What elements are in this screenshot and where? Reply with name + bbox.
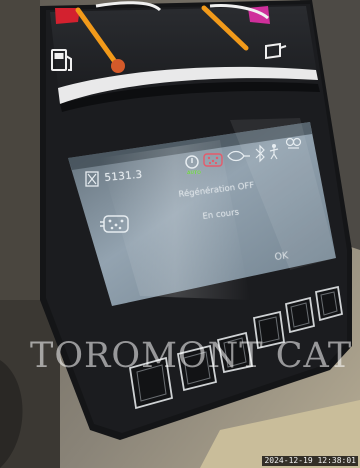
photo-timestamp: 2024-12-19 12:38:01 [262, 456, 358, 466]
soft-key-6 [314, 285, 344, 322]
soft-key-5 [284, 296, 316, 334]
machine-display-photo [0, 0, 360, 468]
auto-badge: AUTO [187, 171, 201, 176]
photo-scene: 5131.3 AUTO Régénération OFF En cours OK… [0, 0, 360, 468]
ok-softkey-label: OK [274, 250, 289, 263]
dealer-watermark: TOROMONT CAT [30, 336, 353, 376]
